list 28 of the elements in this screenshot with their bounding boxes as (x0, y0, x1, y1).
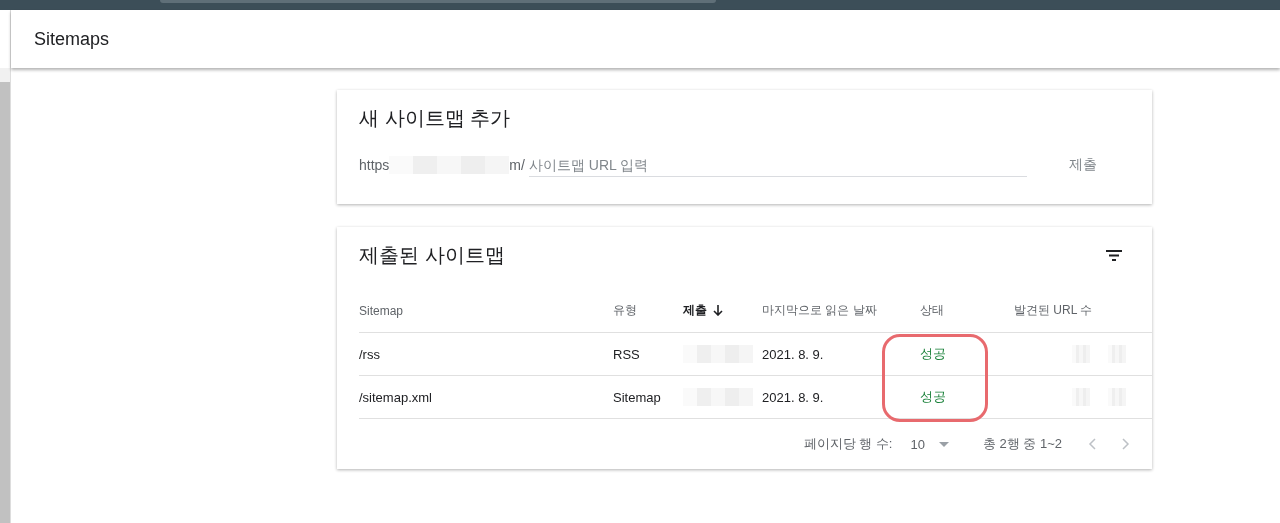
table-cell: 2021. 8. 9. (762, 376, 920, 419)
filter-icon[interactable] (1106, 250, 1122, 261)
previous-page-button[interactable] (1088, 438, 1096, 450)
arrow-down-icon (713, 305, 723, 316)
table-cell: /sitemap.xml (359, 376, 613, 419)
column-header[interactable]: 제출 (683, 289, 762, 333)
submit-button[interactable]: 제출 (1056, 150, 1109, 180)
caret-icon (938, 441, 949, 447)
page-title: Sitemaps (34, 28, 110, 50)
card-title: 제출된 사이트맵 (359, 243, 505, 268)
card-title: 새 사이트맵 추가 (358, 106, 512, 131)
column-header[interactable]: 발견된 URL 수 (1014, 289, 1152, 333)
address-bar[interactable] (160, 0, 716, 3)
column-header[interactable]: 상태 (920, 289, 1014, 333)
status-text: 성공 (920, 345, 946, 363)
rows-per-page-label: 페이지당 행 수: (803, 435, 893, 453)
status-text: 성공 (920, 388, 946, 406)
page-range: 총 2행 중 1~2 (982, 435, 1062, 453)
column-header[interactable]: 유형 (613, 289, 683, 333)
next-page-button[interactable] (1122, 438, 1130, 450)
column-header[interactable]: Sitemap (359, 289, 613, 333)
table-cell: 2021. 8. 9. (762, 333, 920, 376)
column-header[interactable]: 마지막으로 읽은 날짜 (762, 289, 920, 333)
rows-per-page-select[interactable]: 10 (910, 436, 949, 452)
url-prefix: m/ (509, 157, 525, 173)
scrollbar[interactable] (0, 10, 11, 523)
table-cell: /rss (359, 333, 613, 376)
url-prefix: https (359, 157, 390, 173)
